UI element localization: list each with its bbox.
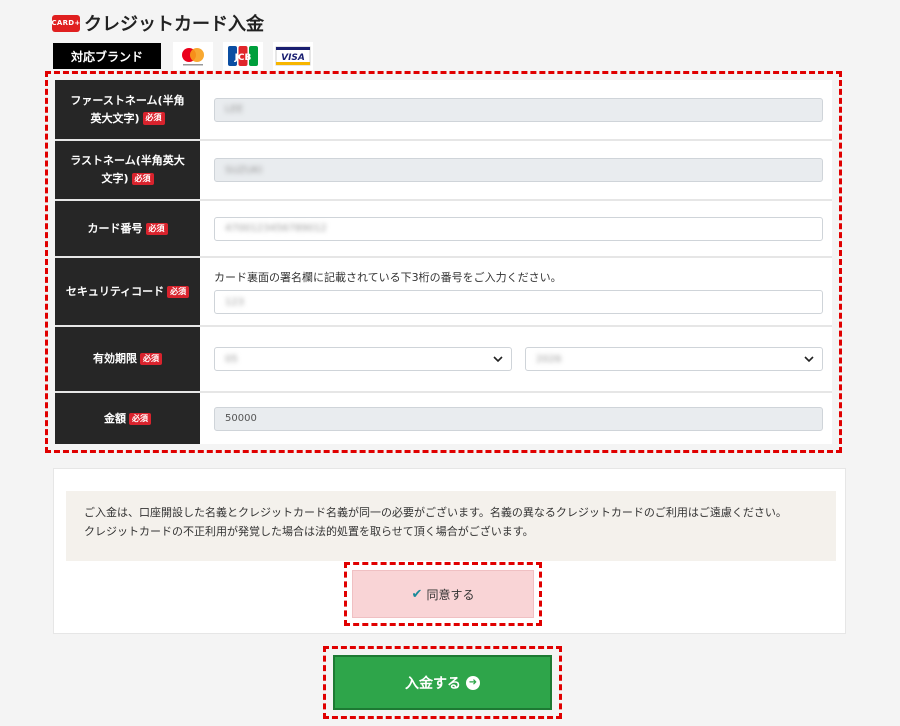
last-name-cell: SUZUKI <box>200 141 832 199</box>
amount-label: 金額 必須 <box>55 393 200 444</box>
jcb-logo-text: JCB <box>234 53 252 63</box>
supported-brands: 対応ブランド JCB VISA <box>53 42 313 70</box>
security-code-field[interactable]: 123 <box>214 290 823 314</box>
check-icon: ✔ <box>411 586 423 602</box>
last-name-field[interactable]: SUZUKI <box>214 158 823 182</box>
chevron-down-icon <box>493 355 503 362</box>
page-title: クレジットカード入金 <box>84 14 264 35</box>
amount-cell: 50000 <box>200 393 832 444</box>
card-number-cell: 4700123456789012 <box>200 201 832 256</box>
submit-button-highlight: 入金する ➜ <box>323 646 562 719</box>
chevron-down-icon <box>804 355 814 362</box>
security-code-hint: カード裏面の署名欄に記載されている下3桁の番号をご入力ください。 <box>214 271 562 284</box>
agree-button-highlight: ✔ 同意する <box>344 562 542 626</box>
name-notice: ご入金は、口座開設した名義とクレジットカード名義が同一の必要がございます。名義の… <box>66 491 836 561</box>
card-form: ファーストネーム(半角英大文字) 必須 LEE ラストネーム(半角英大文字) 必須 … <box>55 80 832 444</box>
visa-logo: VISA <box>273 42 313 70</box>
expiry-year-select[interactable]: 2026 <box>525 347 823 371</box>
first-name-field[interactable]: LEE <box>214 97 823 122</box>
supported-brands-label: 対応ブランド <box>53 43 161 69</box>
expiry-label: 有効期限 必須 <box>55 327 200 391</box>
jcb-logo: JCB <box>223 42 263 70</box>
agreement-panel: ご入金は、口座開設した名義とクレジットカード名義が同一の必要がございます。名義の… <box>53 468 846 634</box>
amount-field[interactable]: 50000 <box>214 406 823 431</box>
security-code-cell: カード裏面の署名欄に記載されている下3桁の番号をご入力ください。 123 <box>200 258 832 325</box>
required-badge: 必須 <box>167 285 190 298</box>
first-name-label: ファーストネーム(半角英大文字) 必須 <box>55 80 200 139</box>
submit-button-label: 入金する <box>405 675 461 692</box>
notice-line-1: ご入金は、口座開設した名義とクレジットカード名義が同一の必要がございます。名義の… <box>84 506 787 519</box>
deposit-submit-button[interactable]: 入金する ➜ <box>333 655 552 710</box>
security-code-row: セキュリティコード 必須 カード裏面の署名欄に記載されている下3桁の番号をご入力く… <box>55 258 832 327</box>
first-name-row: ファーストネーム(半角英大文字) 必須 LEE <box>55 80 832 141</box>
required-badge: 必須 <box>129 412 151 425</box>
last-name-row: ラストネーム(半角英大文字) 必須 SUZUKI <box>55 141 832 201</box>
security-code-label: セキュリティコード 必須 <box>55 258 200 325</box>
required-badge: 必須 <box>131 172 154 186</box>
required-badge: 必須 <box>145 222 168 235</box>
mastercard-logo <box>173 42 213 70</box>
first-name-cell: LEE <box>200 80 832 139</box>
page-header: CARD+ クレジットカード入金 <box>51 10 264 36</box>
expiry-cell: 05 2026 <box>200 327 832 391</box>
arrow-right-circle-icon: ➜ <box>466 675 480 690</box>
amount-row: 金額 必須 50000 <box>55 393 832 444</box>
card-number-row: カード番号 必須 4700123456789012 <box>55 201 832 258</box>
last-name-label: ラストネーム(半角英大文字) 必須 <box>55 141 200 199</box>
notice-line-2: クレジットカードの不正利用が発覚した場合は法的処置を取らせて頂く場合がございます… <box>84 524 534 538</box>
card-form-highlight: ファーストネーム(半角英大文字) 必須 LEE ラストネーム(半角英大文字) 必須 … <box>45 71 842 453</box>
agree-button-label: 同意する <box>426 587 475 602</box>
card-number-field[interactable]: 4700123456789012 <box>214 216 823 241</box>
expiry-month-select[interactable]: 05 <box>214 347 512 371</box>
visa-logo-text: VISA <box>281 53 305 63</box>
card-number-label: カード番号 必須 <box>55 201 200 256</box>
required-badge: 必須 <box>142 112 165 125</box>
expiry-row: 有効期限 必須 05 2026 <box>55 327 832 393</box>
agree-button[interactable]: ✔ 同意する <box>352 570 534 618</box>
required-badge: 必須 <box>140 353 162 366</box>
credit-card-icon: CARD+ <box>51 14 80 32</box>
